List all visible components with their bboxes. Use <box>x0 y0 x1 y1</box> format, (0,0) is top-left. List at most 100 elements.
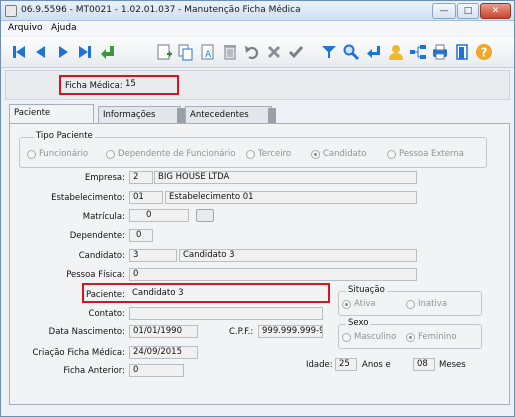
estabelecimento-label: Estabelecimento: <box>51 193 125 203</box>
radio-terceiro-label: Terceiro <box>258 149 292 159</box>
tipo-paciente-title: Tipo Paciente <box>34 131 95 141</box>
tab-antecedentes[interactable]: Antecedentes <box>185 106 272 123</box>
undo-icon[interactable] <box>243 43 261 61</box>
new-icon[interactable] <box>155 43 173 61</box>
estabelecimento-name-field: Estabelecimento 01 <box>165 191 417 204</box>
radio-funcionario[interactable]: Funcionário <box>27 149 88 159</box>
estabelecimento-code-field[interactable]: 01 <box>129 191 163 204</box>
edit-icon[interactable]: A <box>199 43 217 61</box>
search-icon[interactable] <box>342 43 360 61</box>
maximize-button[interactable]: □ <box>457 3 479 19</box>
contato-field[interactable] <box>129 307 323 320</box>
radio-dependente-label: Dependente de Funcionário <box>118 149 236 159</box>
data-nascimento-field[interactable]: 01/01/1990 <box>129 325 198 338</box>
situacao-title: Situação <box>346 285 387 295</box>
radio-feminino-label: Feminino <box>418 332 457 342</box>
radio-dot-selected <box>406 332 415 342</box>
minimize-button[interactable]: — <box>432 3 456 19</box>
sexo-title: Sexo <box>346 318 371 328</box>
tab-separator <box>268 108 276 123</box>
criacao-label: Criação Ficha Médica: <box>32 348 125 358</box>
idade-label: Idade: <box>306 360 333 370</box>
radio-ativa[interactable]: Ativa <box>342 299 376 309</box>
copy-icon[interactable] <box>177 43 195 61</box>
empresa-code-field[interactable]: 2 <box>129 171 153 184</box>
print-icon[interactable] <box>431 43 449 61</box>
candidato-code-field[interactable]: 3 <box>129 249 177 262</box>
idade-anos-field: 25 <box>335 358 357 371</box>
next-icon[interactable] <box>54 43 72 61</box>
candidato-name-field: Candidato 3 <box>179 249 417 262</box>
tab-paciente[interactable]: Paciente <box>9 104 94 123</box>
radio-dot <box>387 149 396 159</box>
radio-dot <box>342 332 351 342</box>
user-icon[interactable] <box>387 43 405 61</box>
svg-text:A: A <box>205 50 212 60</box>
matricula-lookup-button[interactable] <box>196 209 214 222</box>
radio-dependente[interactable]: Dependente de Funcionário <box>106 149 235 159</box>
candidato-label: Candidato: <box>78 251 125 261</box>
save-icon[interactable] <box>287 43 305 61</box>
hierarchy-icon[interactable] <box>409 43 427 61</box>
ficha-medica-highlight <box>59 75 179 95</box>
idade-meses-field: 08 <box>413 358 435 371</box>
radio-candidato[interactable]: Candidato <box>311 149 366 159</box>
tab-informacoes[interactable]: Informações <box>98 106 181 123</box>
matricula-label: Matrícula: <box>82 212 125 222</box>
radio-dot-selected <box>311 149 320 159</box>
radio-masculino[interactable]: Masculino <box>342 332 396 342</box>
toolbar: A ? <box>1 37 514 68</box>
radio-pessoa-externa[interactable]: Pessoa Externa <box>387 149 464 159</box>
meses-label: Meses <box>439 360 466 370</box>
cpf-field[interactable]: 999.999.999-99 <box>258 325 323 338</box>
delete-icon[interactable] <box>221 43 239 61</box>
cpf-label: C.P.F.: <box>229 327 254 337</box>
radio-feminino[interactable]: Feminino <box>406 332 457 342</box>
radio-dot <box>27 149 36 159</box>
menu-arquivo[interactable]: Arquivo <box>8 23 42 33</box>
return-icon[interactable] <box>99 43 117 61</box>
title-bar: 06.9.5596 - MT0021 - 1.02.01.037 - Manut… <box>1 1 514 21</box>
status-bar <box>1 407 514 416</box>
previous-icon[interactable] <box>32 43 50 61</box>
criacao-field[interactable]: 24/09/2015 <box>129 346 198 359</box>
last-icon[interactable] <box>76 43 94 61</box>
radio-funcionario-label: Funcionário <box>39 149 89 159</box>
radio-dot-selected <box>342 299 351 309</box>
data-nascimento-label: Data Nascimento: <box>48 327 125 337</box>
empresa-name-field: BIG HOUSE LTDA <box>154 171 417 184</box>
anos-label: Anos e <box>362 360 391 370</box>
ficha-anterior-field[interactable]: 0 <box>129 364 184 377</box>
exit-icon[interactable] <box>453 43 471 61</box>
radio-inativa-label: Inativa <box>418 299 448 309</box>
radio-dot <box>246 149 255 159</box>
dependente-field[interactable]: 0 <box>129 229 153 242</box>
help-icon[interactable]: ? <box>475 43 493 61</box>
svg-text:?: ? <box>481 46 488 60</box>
radio-candidato-label: Candidato <box>323 149 367 159</box>
main-window: 06.9.5596 - MT0021 - 1.02.01.037 - Manut… <box>0 0 515 417</box>
first-icon[interactable] <box>10 43 28 61</box>
window-title: 06.9.5596 - MT0021 - 1.02.01.037 - Manut… <box>21 5 301 15</box>
filter-icon[interactable] <box>320 43 338 61</box>
radio-externa-label: Pessoa Externa <box>399 149 464 159</box>
radio-terceiro[interactable]: Terceiro <box>246 149 291 159</box>
ficha-anterior-label: Ficha Anterior: <box>63 366 125 376</box>
matricula-field[interactable]: 0 <box>129 209 189 222</box>
radio-dot <box>406 299 415 309</box>
paciente-highlight <box>82 283 330 303</box>
radio-inativa[interactable]: Inativa <box>406 299 447 309</box>
close-button[interactable]: ✕ <box>480 3 511 19</box>
radio-masculino-label: Masculino <box>354 332 397 342</box>
radio-dot <box>106 149 115 159</box>
pessoa-fisica-field[interactable]: 0 <box>129 268 417 281</box>
tab-separator <box>177 108 185 123</box>
contato-label: Contato: <box>88 309 125 319</box>
enter-icon[interactable] <box>365 43 383 61</box>
menu-ajuda[interactable]: Ajuda <box>51 23 77 33</box>
cancel-icon[interactable] <box>265 43 283 61</box>
pessoa-fisica-label: Pessoa Física: <box>66 270 125 280</box>
menu-bar: Arquivo Ajuda <box>1 21 514 36</box>
dependente-label: Dependente: <box>69 231 125 241</box>
radio-ativa-label: Ativa <box>354 299 376 309</box>
